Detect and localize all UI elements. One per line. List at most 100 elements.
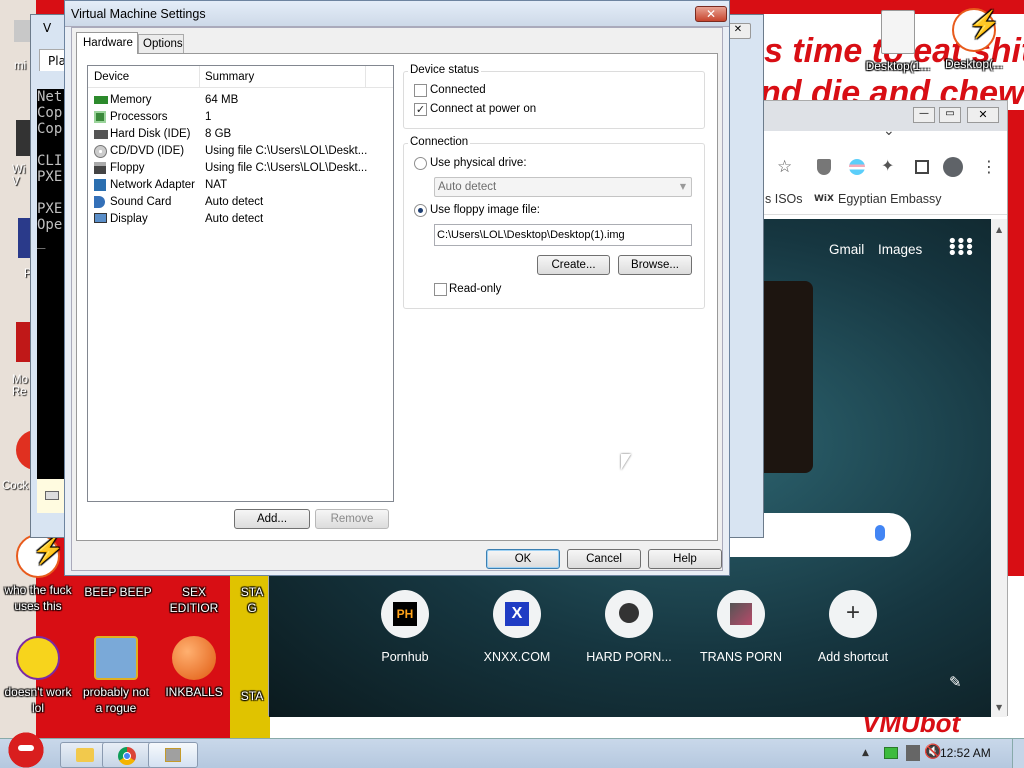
create-button[interactable]: Create... bbox=[537, 255, 610, 275]
device-row-floppy[interactable]: Floppy Using file C:\Users\LOL\Deskt... bbox=[88, 160, 388, 177]
physical-drive-radio[interactable] bbox=[414, 157, 427, 170]
chrome-maximize-button[interactable]: ▭ bbox=[939, 107, 961, 123]
device-row-cd-dvd[interactable]: CD/DVD (IDE) Using file C:\Users\LOL\Des… bbox=[88, 143, 388, 160]
cd-file-icon bbox=[881, 10, 915, 54]
chrome-close-button[interactable]: ✕ bbox=[967, 107, 999, 123]
taskbar: ▲ 🔇 12:52 AM bbox=[0, 731, 1024, 768]
desktop-icon-label: STA bbox=[240, 689, 264, 703]
desktop-icon-probably-not-rogue[interactable]: probably not a rogue bbox=[78, 636, 154, 716]
scroll-up-arrow[interactable]: ▲ bbox=[996, 225, 1002, 234]
desktop-icon-sta[interactable]: STA bbox=[236, 640, 268, 704]
edit-pencil-icon[interactable]: ✎ bbox=[949, 673, 962, 691]
lightning-icon: ⚡ bbox=[952, 8, 1000, 52]
apps-grid-icon[interactable]: ••• ••• ••• bbox=[947, 233, 975, 263]
help-button[interactable]: Help bbox=[648, 549, 722, 569]
dialog-close-button[interactable]: ✕ bbox=[695, 6, 727, 22]
bookmark-star-icon[interactable]: ☆ bbox=[777, 157, 792, 177]
profile-icon[interactable] bbox=[943, 157, 963, 177]
sound-icon bbox=[94, 196, 105, 208]
shortcut-xnxx[interactable]: X XNXX.COM bbox=[462, 590, 572, 664]
dialog-titlebar: Virtual Machine Settings ✕ bbox=[65, 1, 729, 27]
desktop-icon-partial-label-5: Cock bbox=[2, 480, 29, 492]
device-summary: Auto detect bbox=[205, 196, 264, 208]
cancel-button[interactable]: Cancel bbox=[567, 549, 641, 569]
desktop-icon-inkballs[interactable]: INKBALLS bbox=[156, 636, 232, 700]
tab-options[interactable]: Options bbox=[138, 34, 184, 54]
tab-hardware-label: Hardware bbox=[83, 37, 133, 49]
read-only-checkbox[interactable] bbox=[434, 283, 447, 296]
desktop-icon-label: INKBALLS bbox=[165, 685, 223, 699]
shortcut-hard-porn[interactable]: HARD PORN... bbox=[574, 590, 684, 664]
taskbar-chrome-button[interactable] bbox=[102, 742, 152, 768]
taskbar-vmware-button[interactable] bbox=[148, 742, 198, 768]
tab-hardware[interactable]: Hardware bbox=[76, 32, 138, 54]
microphone-icon[interactable] bbox=[875, 525, 885, 541]
desktop-icon-doesnt-work[interactable]: doesn't work lol bbox=[0, 636, 76, 716]
shortcut-label: TRANS PORN bbox=[700, 650, 782, 664]
connected-label: Connected bbox=[430, 84, 486, 96]
bookmark-isos[interactable]: s ISOs bbox=[765, 192, 803, 206]
inkball-icon bbox=[172, 636, 216, 680]
column-header-device[interactable]: Device bbox=[94, 71, 129, 83]
connect-power-on-checkbox[interactable]: ✓ bbox=[414, 103, 427, 116]
ok-button[interactable]: OK bbox=[486, 549, 560, 569]
display-icon bbox=[94, 213, 107, 223]
clock[interactable]: 12:52 AM bbox=[940, 746, 991, 760]
chrome-scrollbar[interactable] bbox=[991, 219, 1007, 717]
chrome-chevron-down-icon[interactable]: ⌄ bbox=[883, 123, 895, 139]
device-row-sound-card[interactable]: Sound Card Auto detect bbox=[88, 194, 388, 211]
action-center-icon[interactable] bbox=[884, 747, 898, 759]
extensions-icon[interactable]: ✦ bbox=[881, 156, 894, 175]
column-header-summary[interactable]: Summary bbox=[205, 71, 254, 83]
remove-button[interactable]: Remove bbox=[315, 509, 389, 529]
network-icon bbox=[94, 179, 106, 191]
desktop-icon-desktop-1[interactable]: Desktop(1... bbox=[860, 10, 936, 74]
desktop-icon-label: SEX EDITIOR bbox=[169, 585, 219, 615]
device-row-network-adapter[interactable]: Network Adapter NAT bbox=[88, 177, 388, 194]
device-list[interactable]: Device Summary Memory 64 MB Processors 1 bbox=[87, 65, 394, 502]
desktop-icon-sex-editior[interactable]: SEX EDITIOR bbox=[162, 584, 226, 616]
vm-settings-dialog: Virtual Machine Settings ✕ Hardware Opti… bbox=[64, 0, 730, 576]
network-tray-icon[interactable] bbox=[906, 745, 920, 761]
hard-disk-icon bbox=[94, 130, 108, 139]
connected-checkbox[interactable] bbox=[414, 84, 427, 97]
tab-options-label: Options bbox=[143, 38, 183, 50]
device-status-group bbox=[403, 71, 705, 129]
device-row-hard-disk[interactable]: Hard Disk (IDE) 8 GB bbox=[88, 126, 388, 143]
shortcut-pornhub[interactable]: PH Pornhub bbox=[350, 590, 460, 664]
device-row-display[interactable]: Display Auto detect bbox=[88, 211, 388, 228]
desktop-icon-label: Desktop(... bbox=[944, 57, 1004, 71]
side-panel-icon[interactable] bbox=[915, 160, 929, 174]
start-button[interactable] bbox=[4, 731, 48, 768]
show-hidden-icons-icon[interactable]: ▲ bbox=[862, 748, 869, 758]
dropdown-arrow-icon: ▼ bbox=[679, 182, 686, 191]
shortcut-add[interactable]: + Add shortcut bbox=[798, 590, 908, 664]
desktop-icon-label: BEEP BEEP bbox=[84, 585, 152, 599]
desktop-icon-sta-g[interactable]: STA G bbox=[236, 584, 268, 616]
device-name: Processors bbox=[110, 111, 168, 123]
add-button[interactable]: Add... bbox=[234, 509, 310, 529]
auto-detect-select[interactable]: Auto detect ▼ bbox=[434, 177, 692, 197]
device-row-processors[interactable]: Processors 1 bbox=[88, 109, 388, 126]
device-row-memory[interactable]: Memory 64 MB bbox=[88, 92, 388, 109]
chrome-minimize-button[interactable]: — bbox=[913, 107, 935, 123]
device-summary: Auto detect bbox=[205, 213, 264, 225]
desktop-icon-desktop-2[interactable]: ⚡ Desktop(... bbox=[936, 8, 1012, 72]
trans-porn-icon bbox=[717, 590, 765, 638]
bookmark-egyptian-embassy[interactable]: Egyptian Embassy bbox=[838, 192, 942, 206]
images-link[interactable]: Images bbox=[878, 242, 922, 257]
scroll-down-arrow[interactable]: ▼ bbox=[996, 703, 1002, 712]
device-summary: 1 bbox=[205, 111, 212, 123]
menu-kebab-icon[interactable]: ⋮ bbox=[981, 157, 997, 176]
device-summary: 64 MB bbox=[205, 94, 239, 106]
flag-extension-icon[interactable] bbox=[849, 159, 865, 175]
show-desktop-button[interactable] bbox=[1012, 739, 1024, 768]
gmail-link[interactable]: Gmail bbox=[829, 242, 864, 257]
desktop-icon-beep-beep[interactable]: BEEP BEEP bbox=[80, 584, 156, 600]
volume-icon[interactable]: 🔇 bbox=[924, 744, 941, 760]
ublock-icon[interactable] bbox=[817, 159, 831, 175]
shortcut-trans-porn[interactable]: TRANS PORN bbox=[686, 590, 796, 664]
image-path-input[interactable]: C:\Users\LOL\Desktop\Desktop(1).img bbox=[434, 224, 692, 246]
floppy-image-radio[interactable] bbox=[414, 204, 427, 217]
browse-button[interactable]: Browse... bbox=[618, 255, 692, 275]
